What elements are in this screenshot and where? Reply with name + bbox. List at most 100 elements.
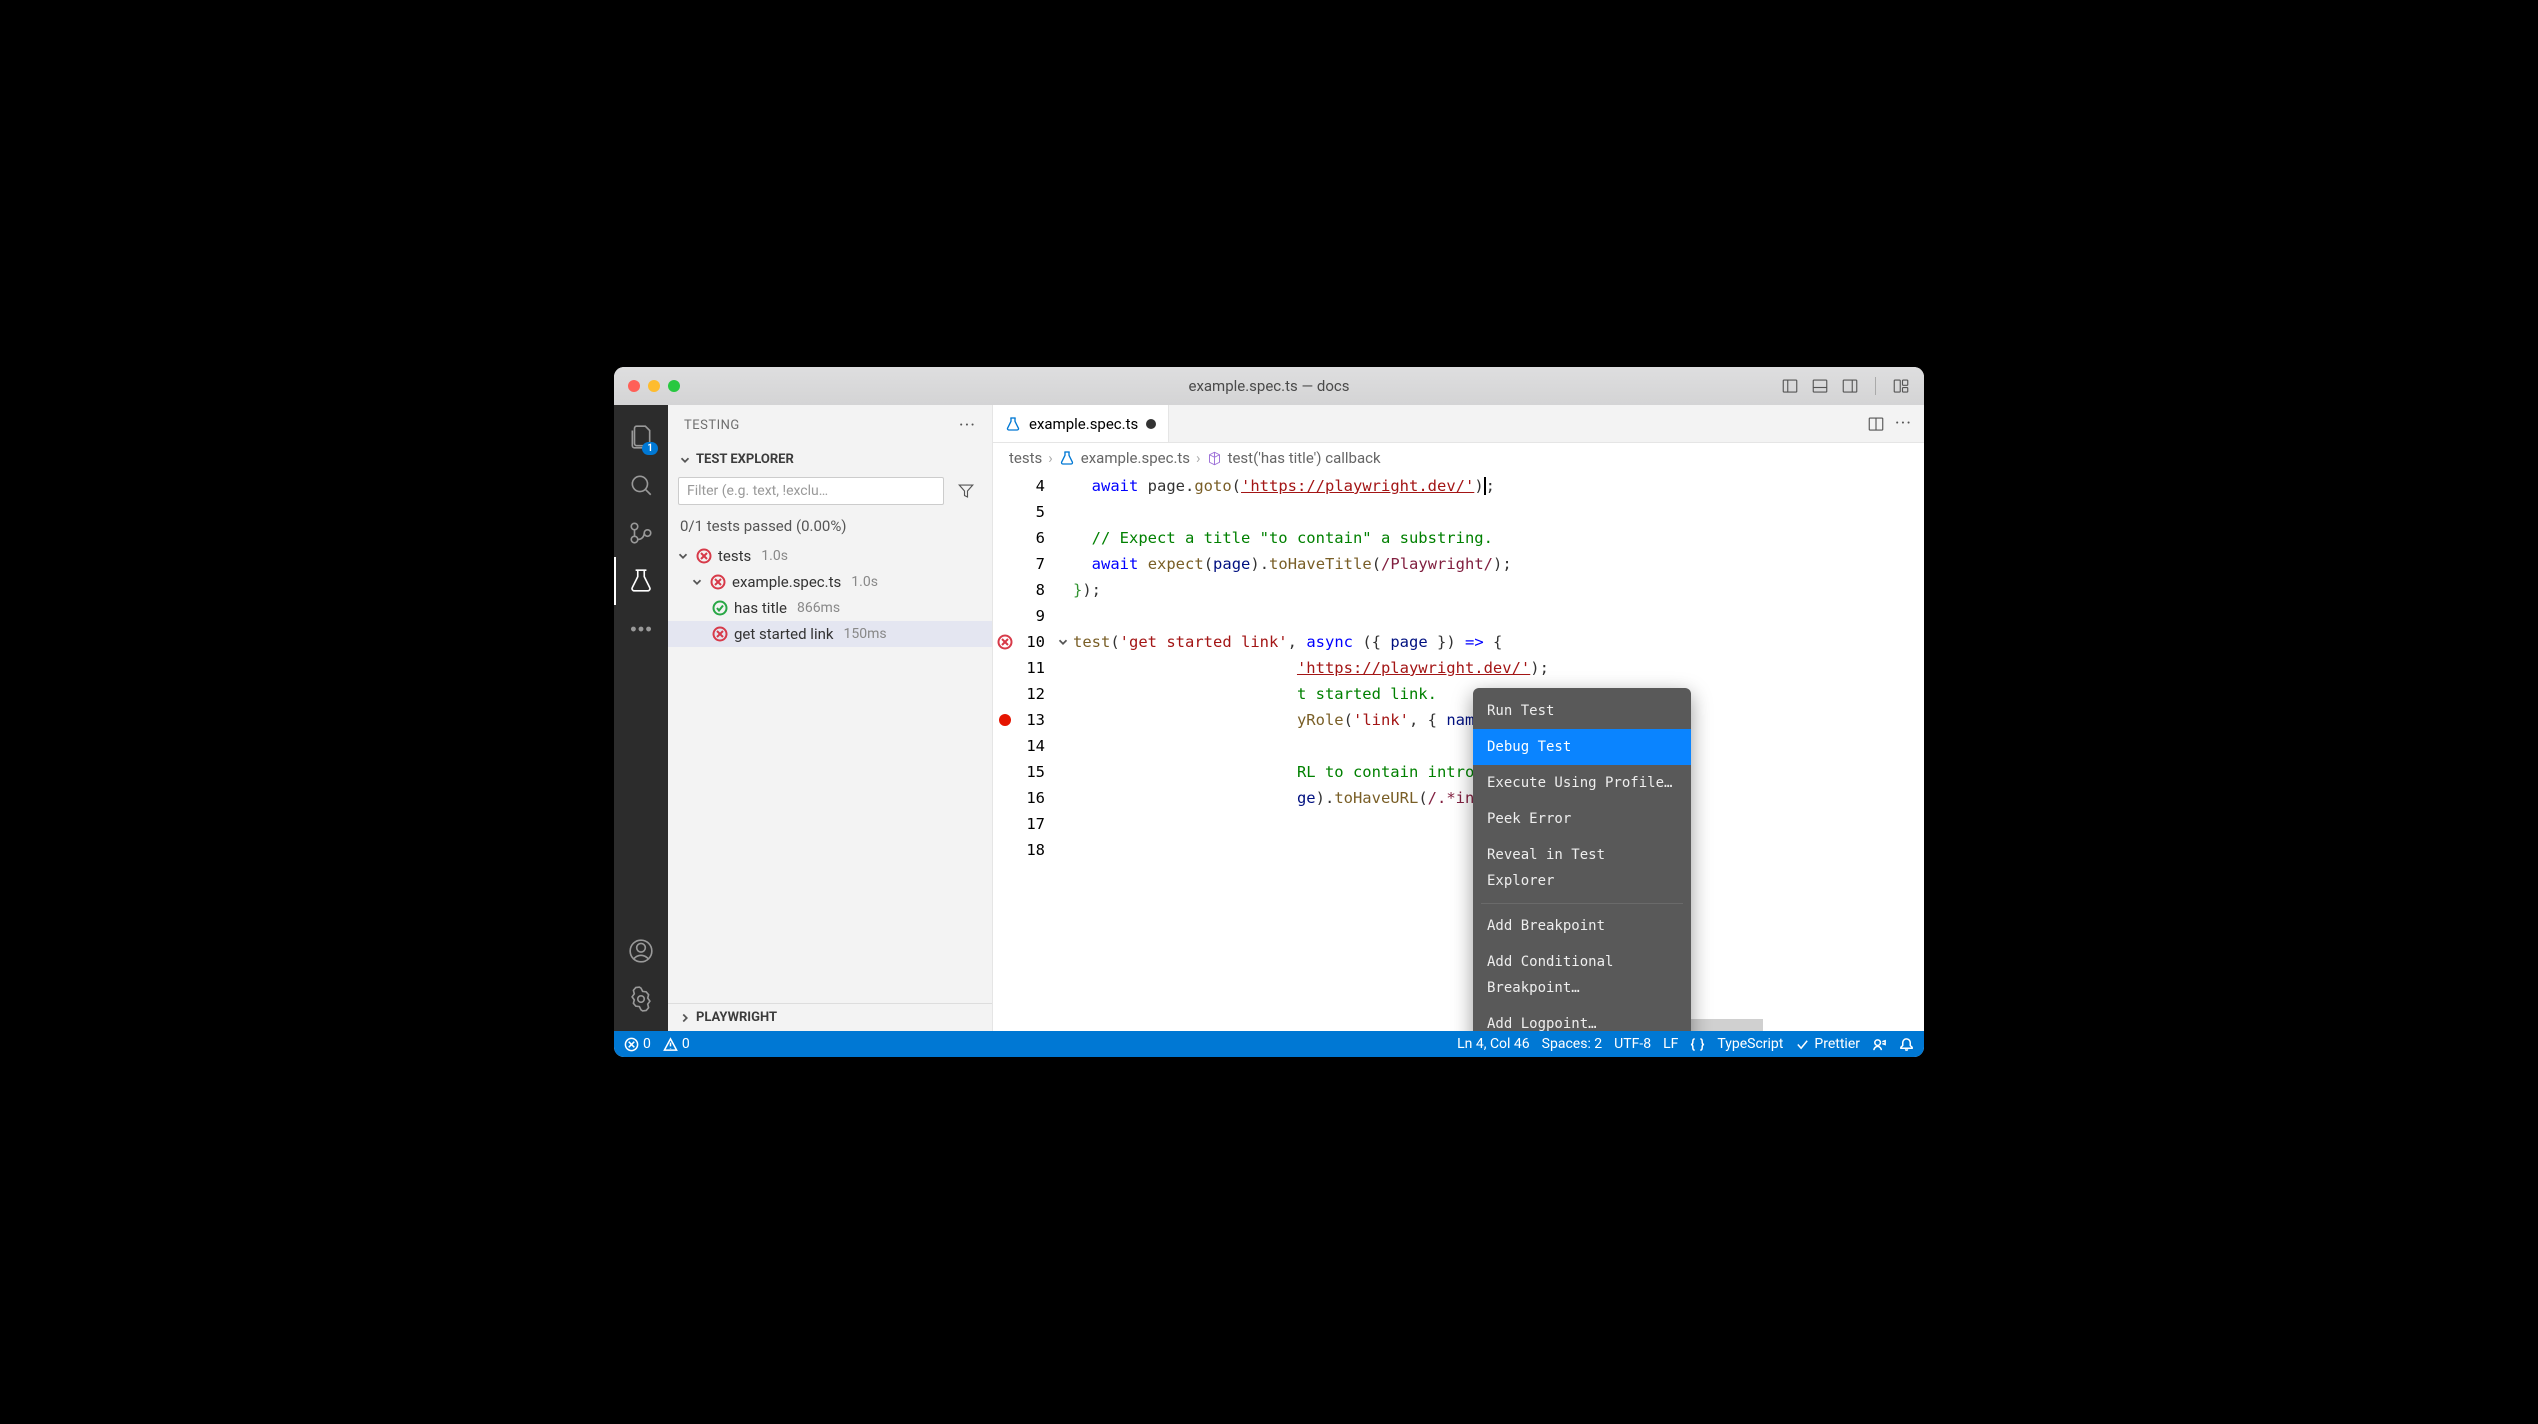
filter-button[interactable] bbox=[950, 477, 982, 505]
sidebar-title: TESTING bbox=[684, 418, 959, 433]
settings-activity-button[interactable] bbox=[614, 975, 668, 1023]
window-body: 1 T bbox=[614, 405, 1924, 1031]
test-explorer-header[interactable]: TEST EXPLORER bbox=[668, 446, 992, 473]
explorer-activity-button[interactable]: 1 bbox=[614, 413, 668, 461]
accounts-activity-button[interactable] bbox=[614, 927, 668, 975]
search-activity-button[interactable] bbox=[614, 461, 668, 509]
minimize-window-button[interactable] bbox=[648, 380, 660, 392]
activity-bottom bbox=[614, 927, 668, 1023]
filter-row: Filter (e.g. text, !exclu… bbox=[668, 473, 992, 511]
test-context-menu: Run Test Debug Test Execute Using Profil… bbox=[1473, 688, 1691, 1031]
breadcrumb[interactable]: tests › example.spec.ts › test('has titl… bbox=[993, 443, 1924, 473]
status-lncol[interactable]: Ln 4, Col 46 bbox=[1457, 1036, 1530, 1052]
breadcrumb-separator: › bbox=[1196, 449, 1201, 467]
tree-label: has title bbox=[734, 599, 787, 617]
tree-time: 866ms bbox=[797, 600, 840, 616]
toggle-secondary-sidebar-icon[interactable] bbox=[1841, 377, 1859, 395]
editor-area: example.spec.ts ··· tests › example.spec… bbox=[993, 405, 1924, 1031]
editor-more-button[interactable]: ··· bbox=[1895, 413, 1912, 434]
breadcrumb-folder[interactable]: tests bbox=[1009, 449, 1042, 467]
warning-icon bbox=[663, 1037, 678, 1052]
breadcrumb-file[interactable]: example.spec.ts bbox=[1081, 449, 1190, 467]
menu-add-breakpoint[interactable]: Add Breakpoint bbox=[1473, 908, 1691, 944]
fail-icon bbox=[712, 626, 728, 642]
ellipsis-icon bbox=[628, 616, 654, 642]
account-icon bbox=[628, 938, 654, 964]
status-left: 0 0 bbox=[624, 1036, 690, 1052]
filter-input[interactable]: Filter (e.g. text, !exclu… bbox=[678, 477, 944, 505]
more-activity-button[interactable] bbox=[614, 605, 668, 653]
status-lang-mode-icon[interactable] bbox=[1690, 1037, 1705, 1052]
traffic-lights bbox=[628, 380, 680, 392]
status-feedback[interactable] bbox=[1872, 1037, 1887, 1052]
scm-activity-button[interactable] bbox=[614, 509, 668, 557]
chevron-down-icon bbox=[676, 549, 690, 563]
filter-icon bbox=[957, 482, 975, 500]
status-encoding[interactable]: UTF-8 bbox=[1614, 1036, 1651, 1052]
testing-activity-button[interactable] bbox=[614, 557, 668, 605]
beaker-icon bbox=[1059, 450, 1075, 466]
tree-test-get-started[interactable]: get started link 150ms bbox=[668, 621, 992, 647]
tree-root-tests[interactable]: tests 1.0s bbox=[668, 543, 992, 569]
breakpoint-icon bbox=[999, 714, 1011, 726]
divider bbox=[1875, 377, 1876, 395]
test-summary: 0/1 tests passed (0.00%) bbox=[668, 511, 992, 541]
close-window-button[interactable] bbox=[628, 380, 640, 392]
editor-actions: ··· bbox=[1867, 405, 1924, 442]
tree-time: 1.0s bbox=[851, 574, 878, 590]
window-title: example.spec.ts — docs bbox=[1188, 377, 1349, 395]
activity-bar: 1 bbox=[614, 405, 668, 1031]
glyph-margin bbox=[993, 473, 1017, 1031]
menu-reveal-explorer[interactable]: Reveal in Test Explorer bbox=[1473, 837, 1691, 899]
titlebar-actions bbox=[1781, 377, 1910, 395]
chevron-down-icon bbox=[690, 575, 704, 589]
fold-button[interactable] bbox=[1053, 629, 1073, 655]
status-prettier[interactable]: Prettier bbox=[1795, 1036, 1860, 1052]
fail-icon bbox=[710, 574, 726, 590]
fail-icon bbox=[997, 634, 1013, 650]
menu-add-logpoint[interactable]: Add Logpoint… bbox=[1473, 1006, 1691, 1031]
toggle-primary-sidebar-icon[interactable] bbox=[1781, 377, 1799, 395]
status-warnings[interactable]: 0 bbox=[663, 1036, 690, 1052]
status-notifications[interactable] bbox=[1899, 1037, 1914, 1052]
gear-icon bbox=[628, 986, 654, 1012]
sidebar-more-button[interactable]: ··· bbox=[959, 415, 976, 436]
line-numbers: 456789101112131415161718 bbox=[1017, 473, 1053, 1031]
section-title: PLAYWRIGHT bbox=[696, 1010, 777, 1025]
status-bar: 0 0 Ln 4, Col 46 Spaces: 2 UTF-8 LF Type… bbox=[614, 1031, 1924, 1057]
status-eol[interactable]: LF bbox=[1663, 1036, 1678, 1052]
feedback-icon bbox=[1872, 1037, 1887, 1052]
pass-icon bbox=[712, 600, 728, 616]
menu-execute-profile[interactable]: Execute Using Profile… bbox=[1473, 765, 1691, 801]
braces-icon bbox=[1690, 1037, 1705, 1052]
editor-tabs: example.spec.ts ··· bbox=[993, 405, 1924, 443]
test-tree: tests 1.0s example.spec.ts 1.0s has titl… bbox=[668, 541, 992, 1003]
menu-separator bbox=[1481, 903, 1683, 904]
customize-layout-icon[interactable] bbox=[1892, 377, 1910, 395]
tree-file-example[interactable]: example.spec.ts 1.0s bbox=[668, 569, 992, 595]
tab-example-spec[interactable]: example.spec.ts bbox=[993, 405, 1169, 442]
beaker-icon bbox=[628, 568, 654, 594]
test-fail-glyph[interactable] bbox=[993, 629, 1017, 655]
menu-add-conditional-breakpoint[interactable]: Add Conditional Breakpoint… bbox=[1473, 944, 1691, 1006]
section-title: TEST EXPLORER bbox=[696, 452, 794, 467]
playwright-section-header[interactable]: PLAYWRIGHT bbox=[668, 1003, 992, 1031]
menu-debug-test[interactable]: Debug Test bbox=[1473, 729, 1691, 765]
status-language[interactable]: TypeScript bbox=[1717, 1036, 1783, 1052]
breakpoint-glyph[interactable] bbox=[993, 707, 1017, 733]
split-editor-icon[interactable] bbox=[1867, 415, 1885, 433]
error-icon bbox=[624, 1037, 639, 1052]
menu-peek-error[interactable]: Peek Error bbox=[1473, 801, 1691, 837]
status-errors[interactable]: 0 bbox=[624, 1036, 651, 1052]
tree-time: 150ms bbox=[844, 626, 887, 642]
chevron-down-icon bbox=[678, 453, 692, 467]
explorer-badge: 1 bbox=[642, 442, 658, 455]
breadcrumb-symbol[interactable]: test('has title') callback bbox=[1228, 449, 1381, 467]
status-spaces[interactable]: Spaces: 2 bbox=[1542, 1036, 1603, 1052]
chevron-right-icon bbox=[678, 1011, 692, 1025]
tree-test-has-title[interactable]: has title 866ms bbox=[668, 595, 992, 621]
menu-run-test[interactable]: Run Test bbox=[1473, 693, 1691, 729]
code-editor[interactable]: 456789101112131415161718 await page.goto… bbox=[993, 473, 1924, 1031]
maximize-window-button[interactable] bbox=[668, 380, 680, 392]
toggle-panel-icon[interactable] bbox=[1811, 377, 1829, 395]
